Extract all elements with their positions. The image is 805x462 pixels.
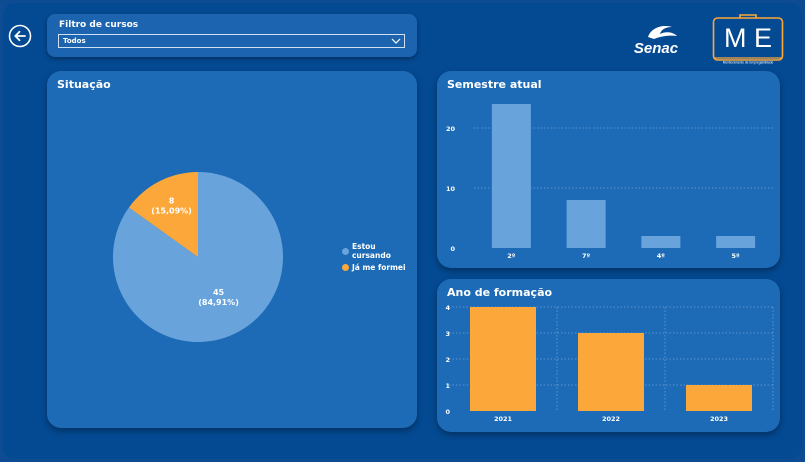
y-tick-label: 3 — [445, 330, 450, 338]
x-tick-label: 2º — [507, 252, 516, 260]
back-button[interactable] — [8, 24, 32, 48]
bar-7º[interactable] — [566, 200, 606, 248]
bar-2023[interactable] — [686, 385, 752, 411]
legend-dot-orange — [342, 263, 349, 271]
senac-wordmark: Senac — [634, 40, 679, 57]
x-tick-label: 4º — [657, 252, 666, 260]
x-tick-label: 7º — [582, 252, 591, 260]
pie-percent-label: (84,91%) — [198, 298, 239, 307]
y-tick-label: 10 — [446, 185, 456, 193]
pie-value-label: 8 — [169, 196, 175, 205]
semestre-card: Semestre atual 0 10 20 2º 7º 4º 5º — [437, 71, 780, 268]
chevron-down-icon — [391, 38, 401, 44]
filter-title: Filtro de cursos — [59, 20, 139, 30]
legend-label: Estou cursando — [351, 242, 391, 260]
x-tick-label: 2023 — [710, 415, 728, 423]
me-logo: M E Monitoramento de Empregabilidade — [712, 14, 784, 65]
pie-percent-label: (15,09%) — [151, 206, 192, 215]
x-tick-label: 2021 — [494, 415, 513, 423]
y-tick-label: 0 — [445, 408, 450, 416]
ano-card: Ano de formação 0 1 2 3 4 2021 2022 2023 — [437, 279, 780, 432]
ano-bar-chart: 0 1 2 3 4 2021 2022 2023 — [445, 304, 774, 423]
y-tick-label: 0 — [450, 245, 455, 253]
senac-logo: Senac — [634, 26, 679, 57]
course-filter-value: Todos — [63, 37, 86, 45]
bar-2º[interactable] — [491, 104, 531, 248]
arrow-left-circle-icon — [8, 24, 32, 48]
situacao-card: Situação 45 (84,91%) 8 (15,09%) Estou cursa… — [47, 71, 417, 428]
y-tick-label: 1 — [445, 382, 450, 390]
legend-item-ja-me-formei[interactable]: Já me formei — [342, 259, 417, 275]
me-logo-subtitle: Monitoramento de Empregabilidade — [723, 61, 774, 65]
legend-label: Já me formei — [352, 262, 406, 272]
bar-5º[interactable] — [716, 236, 756, 248]
pie-value-label: 45 — [213, 288, 225, 297]
y-tick-label: 4 — [445, 304, 450, 312]
y-tick-label: 2 — [445, 356, 450, 364]
course-filter-dropdown[interactable]: Todos — [58, 34, 405, 48]
bar-4º[interactable] — [641, 236, 681, 248]
me-logo-letters: M E — [724, 23, 772, 53]
legend-dot-blue — [342, 247, 349, 255]
situacao-legend: Estou cursando Já me formei — [342, 242, 417, 275]
bar-2022[interactable] — [578, 333, 644, 411]
legend-item-estou-cursando[interactable]: Estou cursando — [342, 242, 417, 260]
semestre-bar-chart: 0 10 20 2º 7º 4º 5º — [446, 104, 773, 260]
course-filter-card: Filtro de cursos Todos — [47, 14, 417, 57]
bar-2021[interactable] — [470, 307, 536, 411]
x-tick-label: 5º — [732, 252, 741, 260]
y-tick-label: 20 — [446, 125, 456, 133]
x-tick-label: 2022 — [602, 415, 620, 423]
